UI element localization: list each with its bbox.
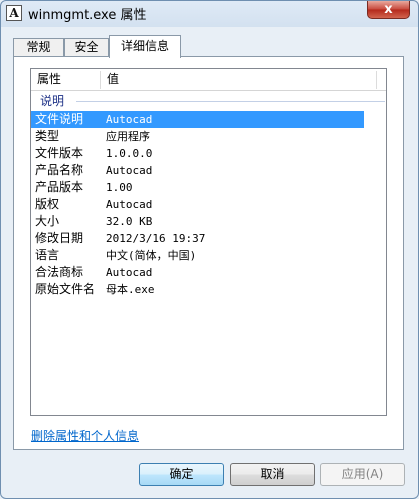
section-label: 说明 xyxy=(40,94,65,108)
property-name: 原始文件名 xyxy=(35,282,96,296)
list-row-copyright[interactable]: 版权 Autocad xyxy=(31,196,386,213)
close-button[interactable]: x xyxy=(367,1,410,19)
apply-button[interactable]: 应用(A) xyxy=(320,463,405,486)
list-row-legal-trademarks[interactable]: 合法商标 Autocad xyxy=(31,264,386,281)
ok-button[interactable]: 确定 xyxy=(139,463,224,486)
property-value: 应用程序 xyxy=(106,130,150,143)
window-title: winmgmt.exe 属性 xyxy=(28,8,147,23)
property-name: 语言 xyxy=(35,248,60,262)
column-divider[interactable] xyxy=(376,71,377,89)
property-value: Autocad xyxy=(106,164,153,177)
property-value: Autocad xyxy=(106,266,153,279)
list-row-file-description[interactable]: 文件说明 Autocad xyxy=(31,111,364,128)
cancel-button[interactable]: 取消 xyxy=(230,463,315,486)
column-divider[interactable] xyxy=(100,71,101,89)
property-name: 大小 xyxy=(35,214,60,228)
column-header-property[interactable]: 属性 xyxy=(37,69,101,90)
property-value: 1.0.0.0 xyxy=(106,147,153,160)
column-header-value[interactable]: 值 xyxy=(107,69,379,90)
list-header: 属性 值 xyxy=(31,69,386,91)
property-value: 32.0 KB xyxy=(106,215,153,228)
list-row-language[interactable]: 语言 中文(简体，中国) xyxy=(31,247,386,264)
list-rows: 文件说明 Autocad 类型 应用程序 文件版本 1.0.0.0 产品名称 A… xyxy=(31,111,386,298)
property-value: 母本.exe xyxy=(106,283,155,296)
property-name: 产品版本 xyxy=(35,180,84,194)
property-value: 1.00 xyxy=(106,181,133,194)
dialog-buttons: 确定 取消 应用(A) xyxy=(1,463,418,488)
property-value: 中文(简体，中国) xyxy=(106,249,197,262)
list-row-file-version[interactable]: 文件版本 1.0.0.0 xyxy=(31,145,386,162)
list-row-type[interactable]: 类型 应用程序 xyxy=(31,128,386,145)
details-panel: 属性 值 说明 文件说明 Autocad 类型 应用程序 文件版本 1.0.0.… xyxy=(13,56,404,450)
title-bar[interactable]: A winmgmt.exe 属性 x xyxy=(1,1,418,27)
section-divider xyxy=(76,101,385,102)
tab-general[interactable]: 常规 xyxy=(13,38,64,57)
property-name: 文件说明 xyxy=(35,112,84,126)
properties-dialog: A winmgmt.exe 属性 x 常规 安全 详细信息 属性 值 说明 文件… xyxy=(0,0,419,499)
list-row-original-filename[interactable]: 原始文件名 母本.exe xyxy=(31,281,386,298)
section-header-description: 说明 xyxy=(40,93,385,109)
list-row-date-modified[interactable]: 修改日期 2012/3/16 19:37 xyxy=(31,230,386,247)
list-row-product-name[interactable]: 产品名称 Autocad xyxy=(31,162,386,179)
property-value: Autocad xyxy=(106,113,153,126)
property-name: 文件版本 xyxy=(35,146,84,160)
property-value: 2012/3/16 19:37 xyxy=(106,232,206,245)
property-name: 版权 xyxy=(35,197,60,211)
details-list[interactable]: 属性 值 说明 文件说明 Autocad 类型 应用程序 文件版本 1.0.0.… xyxy=(30,68,387,416)
tab-details[interactable]: 详细信息 xyxy=(109,35,181,58)
list-row-size[interactable]: 大小 32.0 KB xyxy=(31,213,386,230)
property-name: 类型 xyxy=(35,129,60,143)
list-row-product-version[interactable]: 产品版本 1.00 xyxy=(31,179,386,196)
property-name: 产品名称 xyxy=(35,163,84,177)
property-name: 合法商标 xyxy=(35,265,84,279)
autocad-app-icon: A xyxy=(6,5,22,21)
property-value: Autocad xyxy=(106,198,153,211)
property-name: 修改日期 xyxy=(35,231,84,245)
tab-security[interactable]: 安全 xyxy=(64,38,109,57)
remove-properties-link[interactable]: 删除属性和个人信息 xyxy=(31,427,139,444)
